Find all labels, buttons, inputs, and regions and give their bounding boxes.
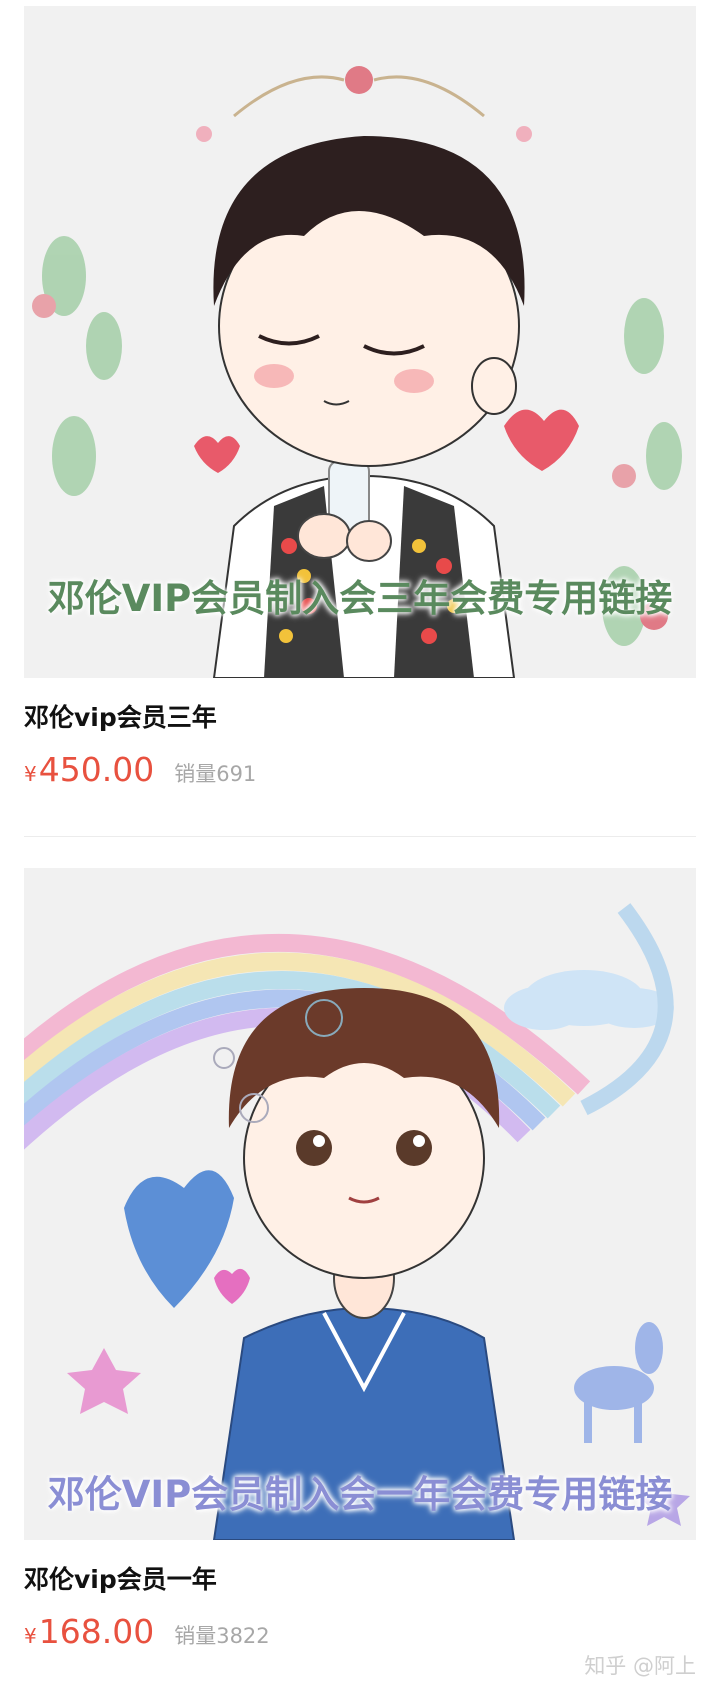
price: 168.00	[38, 1612, 155, 1651]
divider	[24, 836, 696, 837]
product-title[interactable]: 邓伦vip会员一年	[24, 1560, 217, 1596]
banner-text: 邓伦VIP会员制入会三年会费专用链接	[47, 577, 673, 620]
product-image[interactable]: 邓伦VIP会员制入会一年会费专用链接	[24, 868, 696, 1540]
watermark: 知乎 @阿上	[584, 1654, 696, 1678]
banner-text: 邓伦VIP会员制入会一年会费专用链接	[47, 1473, 673, 1516]
sales-count: 销量691	[174, 762, 257, 786]
price: 450.00	[38, 750, 155, 789]
price-row: ¥ 168.00 销量3822	[24, 1612, 270, 1651]
product-image[interactable]: 邓伦VIP会员制入会三年会费专用链接	[24, 6, 696, 678]
product-title[interactable]: 邓伦vip会员三年	[24, 698, 217, 734]
sales-count: 销量3822	[174, 1624, 270, 1648]
price-row: ¥ 450.00 销量691	[24, 750, 256, 789]
currency-symbol: ¥	[24, 762, 37, 786]
chibi-illustration	[24, 903, 690, 1540]
currency-symbol: ¥	[24, 1624, 37, 1648]
